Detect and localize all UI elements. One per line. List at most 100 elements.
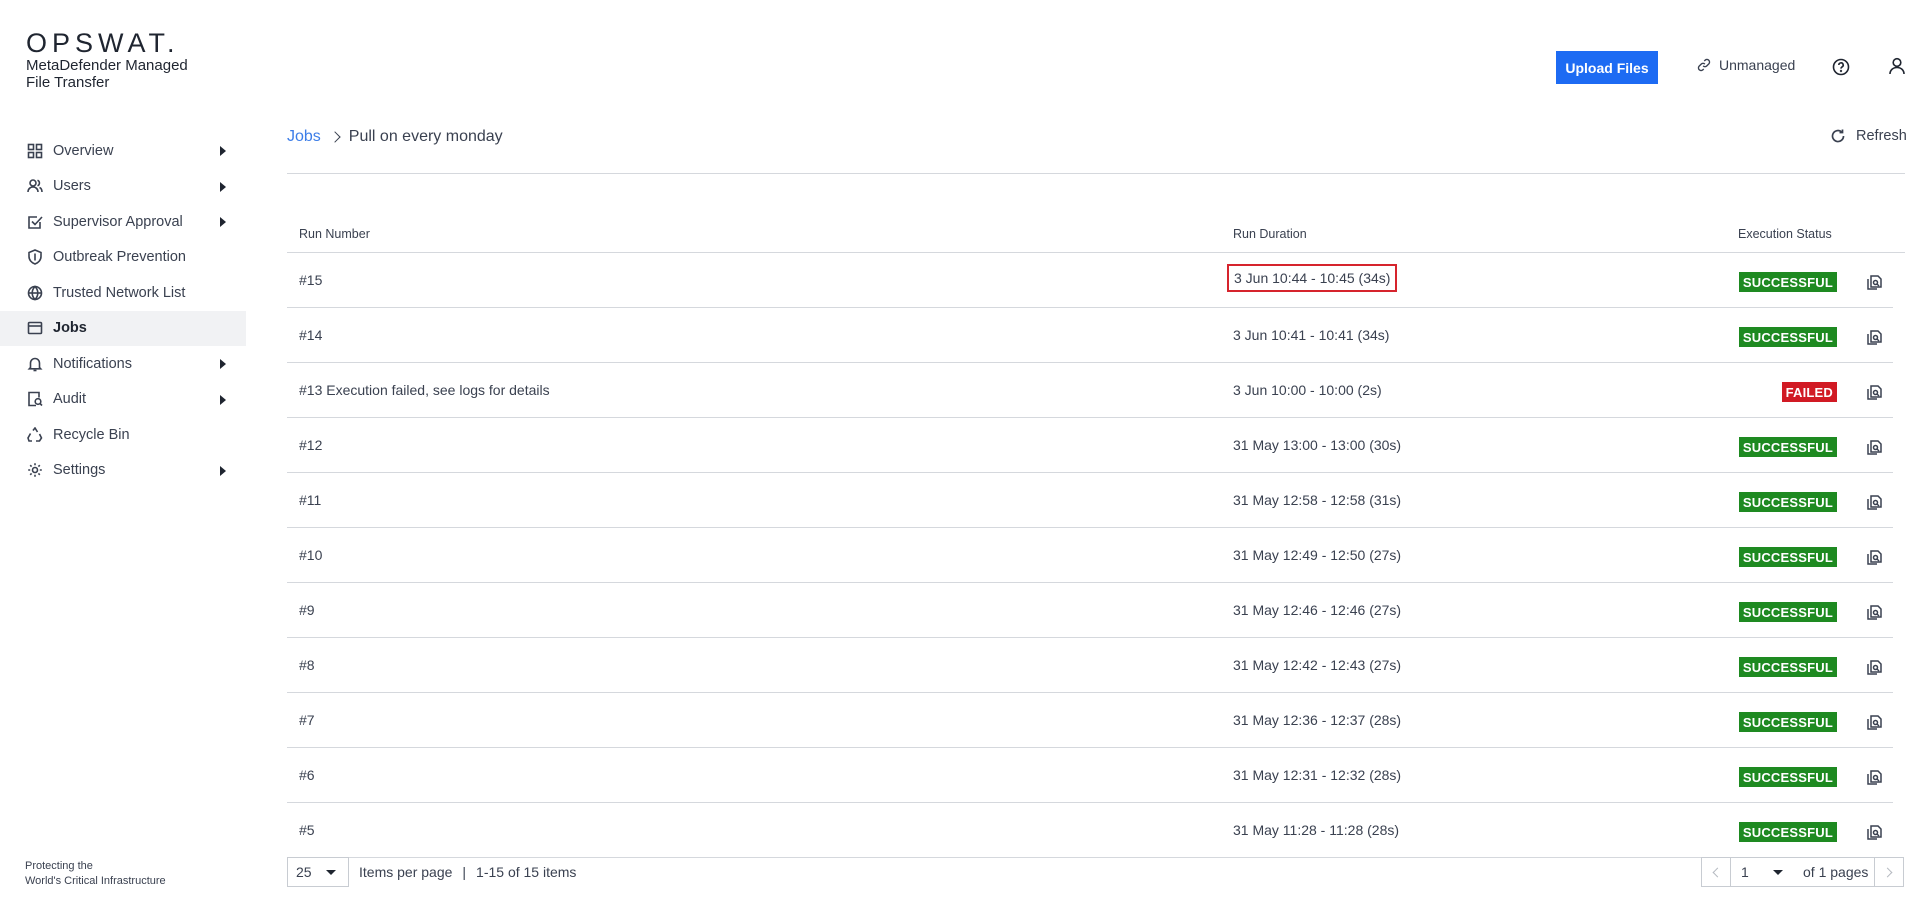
run-duration-cell: 31 May 12:36 - 12:37 (28s) bbox=[1233, 712, 1402, 728]
items-per-page-label: Items per page bbox=[359, 864, 453, 880]
table-row[interactable]: #13 Execution failed, see logs for detai… bbox=[287, 363, 1893, 418]
run-number-cell[interactable]: #10 bbox=[299, 547, 322, 563]
refresh-button[interactable]: Refresh bbox=[1830, 128, 1907, 144]
upload-files-button[interactable]: Upload Files bbox=[1556, 51, 1658, 84]
view-logs-icon[interactable] bbox=[1865, 768, 1883, 786]
view-logs-icon[interactable] bbox=[1865, 713, 1883, 731]
run-duration-cell: 31 May 13:00 - 13:00 (30s) bbox=[1233, 437, 1402, 453]
sidebar-item-label: Outbreak Prevention bbox=[53, 249, 186, 266]
run-number-cell[interactable]: #14 bbox=[299, 327, 322, 343]
table-row[interactable]: #11 31 May 12:58 - 12:58 (31s) SUCCESSFUL bbox=[287, 473, 1893, 528]
sidebar-item-label: Users bbox=[53, 178, 91, 195]
status-badge: SUCCESSFUL bbox=[1738, 272, 1837, 292]
sidebar-item-jobs[interactable]: Jobs bbox=[0, 310, 246, 346]
table-row[interactable]: #10 31 May 12:49 - 12:50 (27s) SUCCESSFUL bbox=[287, 528, 1893, 583]
chevron-right-icon bbox=[329, 131, 341, 143]
grid-icon bbox=[26, 142, 44, 160]
sidebar-item-supervisor-approval[interactable]: Supervisor Approval bbox=[0, 204, 246, 240]
pagination-separator: | bbox=[462, 864, 467, 880]
view-logs-icon[interactable] bbox=[1865, 603, 1883, 621]
breadcrumb-jobs-link[interactable]: Jobs bbox=[287, 128, 321, 146]
sidebar-item-audit[interactable]: Audit bbox=[0, 382, 246, 418]
view-logs-icon[interactable] bbox=[1865, 658, 1883, 676]
table-row[interactable]: #9 31 May 12:46 - 12:46 (27s) SUCCESSFUL bbox=[287, 583, 1893, 638]
run-number-cell[interactable]: #11 bbox=[299, 492, 321, 508]
chevron-right-icon bbox=[1882, 867, 1893, 877]
page-count: of 1 pages bbox=[1795, 857, 1875, 887]
column-header-execution-status[interactable]: Execution Status bbox=[1738, 227, 1832, 241]
runs-table: Run Number Run Duration Execution Status… bbox=[287, 216, 1905, 858]
table-body: #15 3 Jun 10:44 - 10:45 (34s) SUCCESSFUL #1… bbox=[287, 253, 1905, 858]
run-number-cell[interactable]: #13 Execution failed, see logs for detai… bbox=[299, 382, 550, 398]
column-header-run-duration[interactable]: Run Duration bbox=[1233, 227, 1307, 241]
breadcrumb: Jobs Pull on every monday bbox=[287, 128, 503, 146]
sidebar-item-label: Supervisor Approval bbox=[53, 213, 183, 230]
run-number-cell[interactable]: #5 bbox=[299, 822, 315, 838]
caret-right-icon bbox=[220, 181, 226, 192]
caret-right-icon bbox=[220, 359, 226, 369]
run-number-cell[interactable]: #15 bbox=[299, 272, 322, 288]
caret-down-icon bbox=[1773, 870, 1783, 875]
run-number-cell[interactable]: #8 bbox=[299, 657, 315, 673]
gear-icon bbox=[26, 461, 44, 479]
sidebar-item-settings[interactable]: Settings bbox=[0, 453, 246, 489]
help-icon[interactable] bbox=[1832, 58, 1850, 76]
view-logs-icon[interactable] bbox=[1865, 823, 1883, 841]
sidebar-item-trusted-network-list[interactable]: Trusted Network List bbox=[0, 275, 246, 311]
sidebar-item-outbreak-prevention[interactable]: Outbreak Prevention bbox=[0, 240, 246, 276]
next-page-button[interactable] bbox=[1874, 857, 1905, 887]
caret-right-icon bbox=[220, 146, 226, 156]
caret-right-icon bbox=[220, 465, 226, 476]
run-number-cell[interactable]: #12 bbox=[299, 437, 322, 453]
table-row[interactable]: #12 31 May 13:00 - 13:00 (30s) SUCCESSFUL bbox=[287, 418, 1893, 473]
caret-right-icon bbox=[220, 217, 226, 227]
sidebar-item-overview[interactable]: Overview bbox=[0, 133, 246, 169]
view-logs-icon[interactable] bbox=[1865, 548, 1883, 566]
sidebar-item-label: Recycle Bin bbox=[53, 426, 130, 443]
items-range: 1-15 of 15 items bbox=[476, 864, 577, 880]
run-number-cell[interactable]: #7 bbox=[299, 712, 315, 728]
caret-right-icon bbox=[220, 394, 226, 405]
run-number-cell[interactable]: #6 bbox=[299, 767, 315, 783]
tagline-line1: Protecting the bbox=[25, 860, 93, 872]
items-per-page-value: 25 bbox=[296, 864, 312, 880]
status-badge: SUCCESSFUL bbox=[1738, 822, 1837, 842]
caret-down-icon bbox=[326, 870, 336, 875]
window-icon bbox=[26, 319, 44, 337]
table-row[interactable]: #14 3 Jun 10:41 - 10:41 (34s) SUCCESSFUL bbox=[287, 308, 1893, 363]
sidebar-item-recycle-bin[interactable]: Recycle Bin bbox=[0, 417, 246, 453]
sidebar-item-notifications[interactable]: Notifications bbox=[0, 346, 246, 382]
page-select[interactable]: 1 bbox=[1731, 857, 1795, 887]
table-row[interactable]: #8 31 May 12:42 - 12:43 (27s) SUCCESSFUL bbox=[287, 638, 1893, 693]
sidebar-item-label: Audit bbox=[53, 391, 87, 408]
table-row[interactable]: #7 31 May 12:36 - 12:37 (28s) SUCCESSFUL bbox=[287, 693, 1893, 748]
chevron-left-icon bbox=[1712, 867, 1723, 877]
pagination-left: 25 Items per page | 1-15 of 15 items bbox=[287, 857, 576, 887]
status-badge: SUCCESSFUL bbox=[1738, 492, 1837, 512]
table-header: Run Number Run Duration Execution Status bbox=[287, 216, 1905, 253]
run-number-cell[interactable]: #9 bbox=[299, 602, 315, 618]
sidebar-item-label: Jobs bbox=[53, 320, 87, 337]
table-row[interactable]: #15 3 Jun 10:44 - 10:45 (34s) SUCCESSFUL bbox=[287, 253, 1893, 308]
unmanaged-link[interactable]: Unmanaged bbox=[1697, 57, 1795, 73]
view-logs-icon[interactable] bbox=[1865, 273, 1883, 291]
column-header-run-number[interactable]: Run Number bbox=[299, 227, 370, 241]
table-row[interactable]: #5 31 May 11:28 - 11:28 (28s) SUCCESSFUL bbox=[287, 803, 1893, 858]
view-logs-icon[interactable] bbox=[1865, 438, 1883, 456]
view-logs-icon[interactable] bbox=[1865, 383, 1883, 401]
run-duration-cell: 3 Jun 10:00 - 10:00 (2s) bbox=[1233, 382, 1382, 398]
view-logs-icon[interactable] bbox=[1865, 493, 1883, 511]
run-duration-cell: 31 May 12:46 - 12:46 (27s) bbox=[1233, 602, 1402, 618]
sidebar-nav: Overview Users Supervisor Approval Outbr… bbox=[0, 133, 246, 488]
table-row[interactable]: #6 31 May 12:31 - 12:32 (28s) SUCCESSFUL bbox=[287, 748, 1893, 803]
run-duration-cell: 31 May 12:58 - 12:58 (31s) bbox=[1233, 492, 1402, 508]
run-duration-cell: 3 Jun 10:44 - 10:45 (34s) bbox=[1227, 264, 1398, 292]
status-badge: SUCCESSFUL bbox=[1738, 602, 1837, 622]
view-logs-icon[interactable] bbox=[1865, 328, 1883, 346]
previous-page-button[interactable] bbox=[1701, 857, 1731, 887]
status-badge: SUCCESSFUL bbox=[1738, 547, 1837, 567]
page-value: 1 bbox=[1741, 864, 1749, 880]
items-per-page-select[interactable]: 25 bbox=[287, 857, 349, 887]
user-icon[interactable] bbox=[1888, 57, 1906, 75]
sidebar-item-users[interactable]: Users bbox=[0, 169, 246, 205]
